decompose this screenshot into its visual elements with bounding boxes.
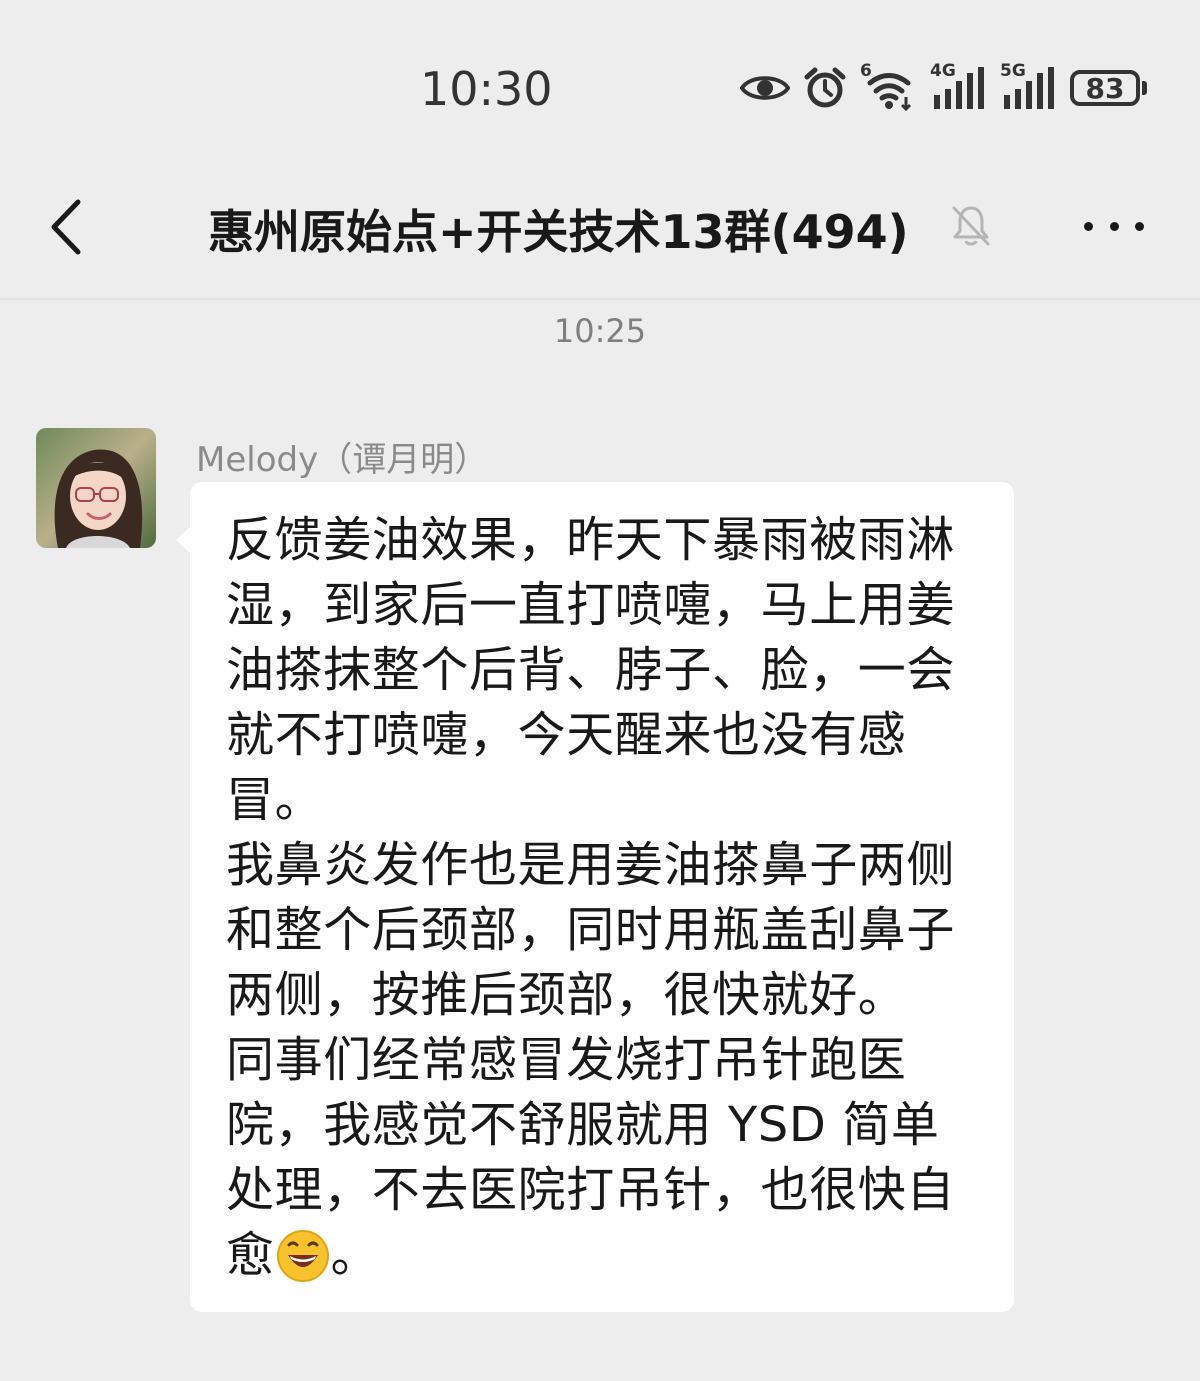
more-dot-icon (1109, 221, 1119, 231)
mute-bell-icon (952, 206, 990, 246)
signal-5g-icon: 5G (1000, 61, 1056, 111)
avatar[interactable] (36, 428, 156, 548)
user-avatar-image (36, 428, 156, 548)
battery-level: 83 (1070, 70, 1140, 106)
eye-icon (740, 76, 790, 100)
chat-header: 惠州原始点+开关技术13群(494) (0, 170, 1200, 300)
signal-4g-icon: 4G (930, 61, 986, 111)
sender-name: Melody（谭月明） (196, 440, 489, 480)
back-button[interactable] (38, 192, 98, 262)
grinning-face-emoji-icon (276, 1230, 329, 1282)
status-bar: 10:30 6 4G 5G 83 (0, 0, 1200, 170)
status-time: 10:30 (420, 62, 553, 116)
alarm-icon (804, 67, 846, 108)
wifi-6-icon: 6 (860, 61, 916, 111)
more-dot-icon (1135, 221, 1144, 231)
more-dot-icon (1084, 221, 1093, 231)
more-options-button[interactable] (1084, 206, 1144, 246)
message-text: 反馈姜油效果，昨天下暴雨被雨淋湿，到家后一直打喷嚏，马上用姜油搽抹整个后背、脖子… (226, 512, 956, 1283)
chevron-left-icon (51, 199, 81, 255)
message-timestamp: 10:25 (553, 312, 647, 350)
battery-icon: 83 (1070, 70, 1147, 106)
status-icons: 6 4G 5G 83 (740, 61, 1147, 114)
message-bubble[interactable]: 反馈姜油效果，昨天下暴雨被雨淋湿，到家后一直打喷嚏，马上用姜油搽抹整个后背、脖子… (176, 482, 1014, 1312)
chat-title[interactable]: 惠州原始点+开关技术13群(494) (208, 196, 909, 262)
message-tail-text: 。 (330, 1227, 380, 1283)
message-body: 反馈姜油效果，昨天下暴雨被雨淋湿，到家后一直打喷嚏，马上用姜油搽抹整个后背、脖子… (226, 508, 984, 1288)
